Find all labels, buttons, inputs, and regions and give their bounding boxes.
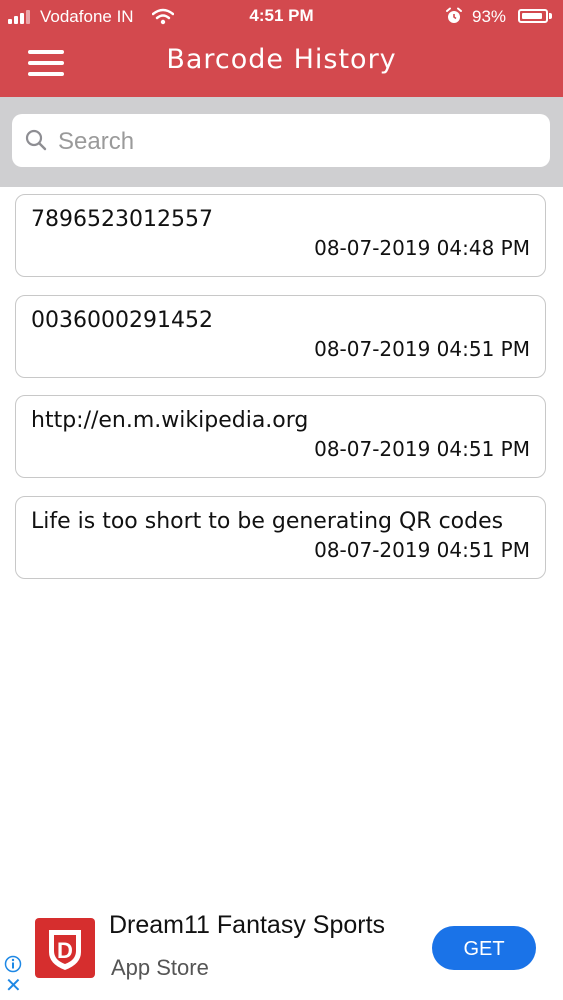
battery-level-fill [522,13,543,19]
history-item-datetime: 08-07-2019 04:51 PM [314,538,530,562]
search-bar-container [0,97,563,187]
app-logo[interactable]: D [35,918,95,978]
page-title: Barcode History [166,44,397,75]
history-item[interactable]: 0036000291452 08-07-2019 04:51 PM [15,295,546,378]
app-header: Vodafone IN 4:51 PM 93% Barcode History [0,0,563,97]
history-item-content: 0036000291452 [31,308,213,333]
search-input[interactable] [56,114,540,169]
history-item-content: http://en.m.wikipedia.org [31,408,309,433]
history-item[interactable]: 7896523012557 08-07-2019 04:48 PM [15,194,546,277]
ad-title[interactable]: Dream11 Fantasy Sports [109,911,385,940]
battery-percentage: 93% [472,7,507,26]
ad-subtitle: App Store [111,955,209,980]
search-box[interactable] [12,114,550,169]
history-item-datetime: 08-07-2019 04:51 PM [314,437,530,461]
history-item-datetime: 08-07-2019 04:51 PM [314,337,530,361]
close-icon[interactable]: ✕ [5,976,22,996]
history-item[interactable]: Life is too short to be generating QR co… [15,496,546,579]
history-item-content: 7896523012557 [31,207,213,232]
history-item-datetime: 08-07-2019 04:48 PM [314,236,530,260]
battery-icon [518,9,548,23]
history-item[interactable]: http://en.m.wikipedia.org 08-07-2019 04:… [15,395,546,478]
search-icon [25,129,47,151]
helmet-logo-icon: D [49,930,81,970]
battery-tip [549,13,552,19]
logo-letter: D [57,938,73,963]
history-item-content: Life is too short to be generating QR co… [31,509,504,534]
alarm-clock-icon [446,7,462,23]
info-icon[interactable] [4,955,22,973]
status-bar: Vodafone IN 4:51 PM 93% [0,0,563,34]
get-button[interactable]: GET [432,926,536,970]
